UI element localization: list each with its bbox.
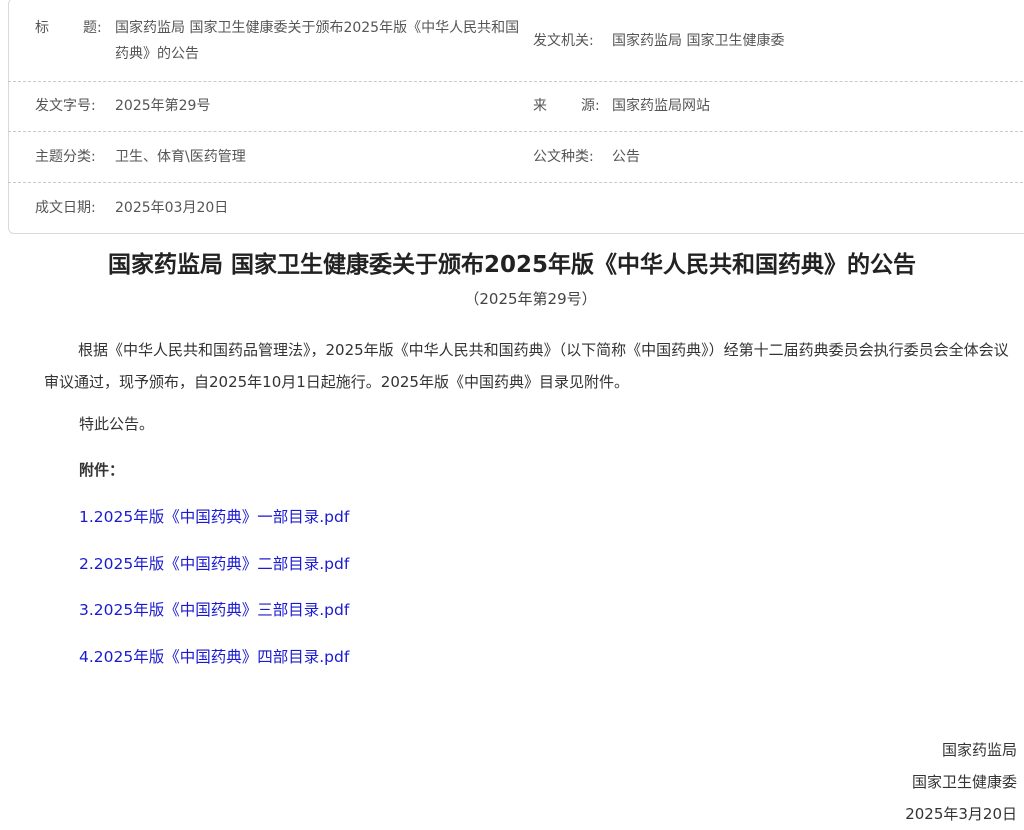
signature-date: 2025年3月20日 [905,805,1017,823]
info-row-topic: 主题分类: 卫生、体育\医药管理 公文种类: 公告 [8,131,1024,183]
attachments-heading: 附件： [79,461,125,479]
signature-issuer-2: 国家卫生健康委 [911,773,1017,791]
issuer-value: 国家药监局 国家卫生健康委 [612,33,785,49]
attachment-link-text[interactable]: 2025年版《中国药典》三部目录.pdf [94,601,350,619]
article-body: 根据《中华人民共和国药品管理法》，2025年版《中华人民共和国药典》（以下简称《… [44,341,1009,391]
article-subtitle: （2025年第29号） [464,290,597,308]
info-row-title: 标题: 国家药监局 国家卫生健康委关于颁布2025年版《中华人民共和国 药典》的… [8,0,1024,82]
source-value: 国家药监局网站 [612,98,710,114]
title-value-line1: 国家药监局 国家卫生健康委关于颁布2025年版《中华人民共和国 [115,20,520,36]
closing-text: 特此公告。 [79,415,155,433]
date-label: 成文日期: [35,200,96,216]
doc-type-label: 公文种类: [533,149,594,165]
attachment-link-1[interactable]: 1.2025年版《中国药典》一部目录.pdf [79,505,349,529]
attachment-link-text[interactable]: 2025年版《中国药典》二部目录.pdf [94,555,350,573]
doc-type-value: 公告 [612,149,640,165]
signature-issuer-1: 国家药监局 [941,741,1017,759]
article-title: 国家药监局 国家卫生健康委关于颁布2025年版《中华人民共和国药典》的公告 [107,252,917,278]
attachment-link-text[interactable]: 2025年版《中国药典》四部目录.pdf [94,648,350,666]
info-row-doc-no: 发文字号: 2025年第29号 来源: 国家药监局网站 [8,81,1024,132]
title-label: 标题: [35,20,102,36]
title-value-line2: 药典》的公告 [115,46,199,62]
issuer-label: 发文机关: [533,33,594,49]
doc-no-label: 发文字号: [35,98,96,114]
attachment-link-3[interactable]: 3.2025年版《中国药典》三部目录.pdf [79,598,349,622]
attachment-link-text[interactable]: 2025年版《中国药典》一部目录.pdf [94,508,350,526]
topic-value: 卫生、体育\医药管理 [115,149,246,165]
doc-no-value: 2025年第29号 [115,98,211,114]
date-value: 2025年03月20日 [115,200,229,216]
topic-label: 主题分类: [35,149,96,165]
source-label: 来源: [533,98,600,114]
attachment-link-2[interactable]: 2.2025年版《中国药典》二部目录.pdf [79,552,349,576]
attachment-link-4[interactable]: 4.2025年版《中国药典》四部目录.pdf [79,645,349,669]
